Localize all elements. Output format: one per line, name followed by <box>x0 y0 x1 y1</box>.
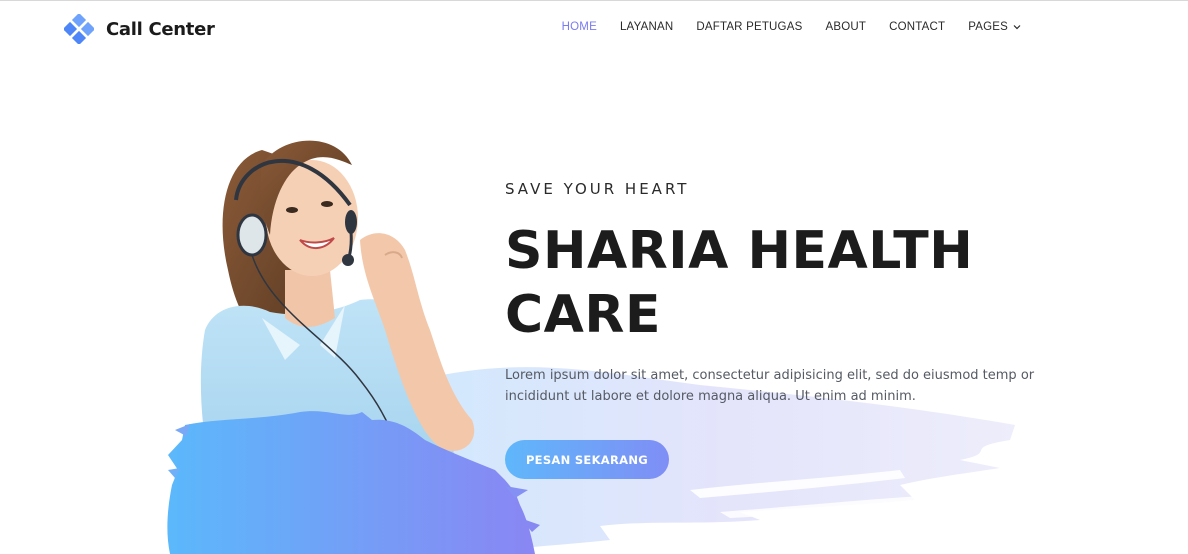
hero-content: SAVE YOUR HEART SHARIA HEALTH CARE Lorem… <box>505 180 1095 479</box>
hero-title: SHARIA HEALTH CARE <box>505 219 1095 347</box>
hero-eyebrow: SAVE YOUR HEART <box>505 180 690 198</box>
main-nav: HOME LAYANAN DAFTAR PETUGAS ABOUT CONTAC… <box>562 21 1021 33</box>
nav-item-about[interactable]: ABOUT <box>825 21 866 33</box>
nav-item-contact[interactable]: CONTACT <box>889 21 945 33</box>
site-header: Call Center HOME LAYANAN DAFTAR PETUGAS … <box>0 1 1188 55</box>
brand-name: Call Center <box>106 18 215 40</box>
nav-item-layanan[interactable]: LAYANAN <box>620 21 673 33</box>
diamond-cluster-icon <box>64 14 94 44</box>
hero-description: Lorem ipsum dolor sit amet, consectetur … <box>505 368 1035 404</box>
nav-item-pages-label: PAGES <box>968 21 1008 33</box>
nav-item-pages[interactable]: PAGES <box>968 21 1021 33</box>
nav-item-home[interactable]: HOME <box>562 21 597 33</box>
hero-title-line-2: CARE <box>505 285 661 345</box>
chevron-down-icon <box>1013 25 1021 30</box>
nav-item-daftar-petugas[interactable]: DAFTAR PETUGAS <box>696 21 802 33</box>
brand-logo-link[interactable]: Call Center <box>64 14 215 44</box>
hero-title-line-1: SHARIA HEALTH <box>505 221 974 281</box>
order-now-button[interactable]: PESAN SEKARANG <box>505 440 669 479</box>
